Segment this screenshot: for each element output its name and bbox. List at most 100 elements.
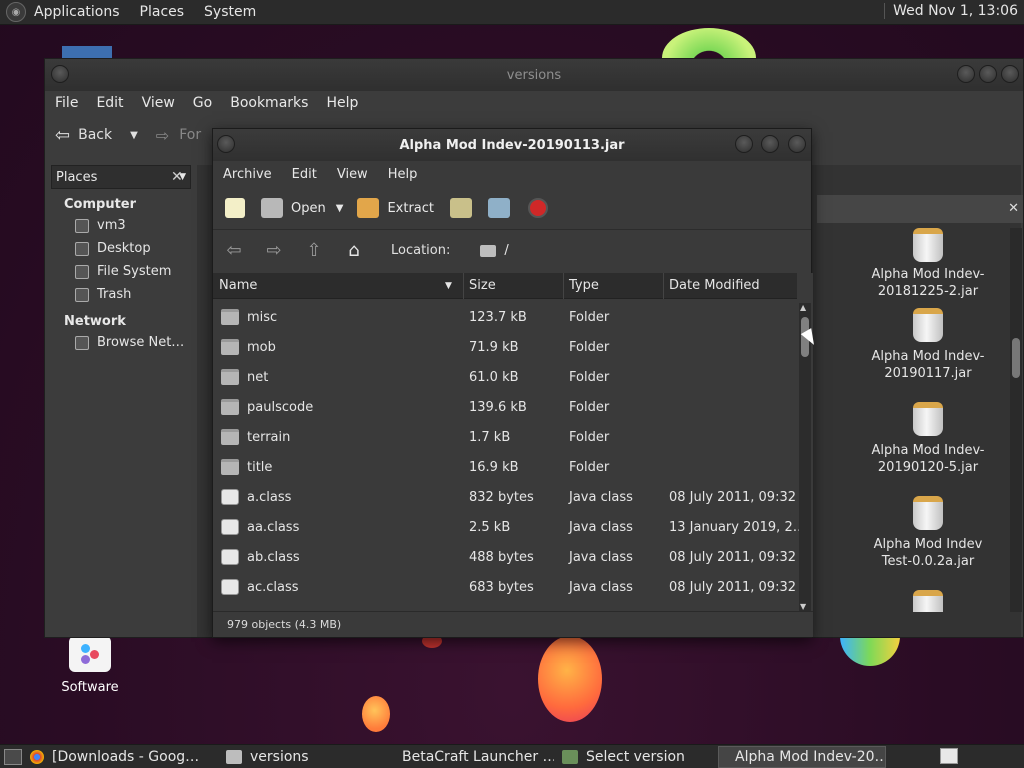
close-button[interactable] <box>788 135 806 153</box>
sidebar-item-label: File System <box>97 264 172 279</box>
taskbar-item-alpha-mod[interactable]: Alpha Mod Indev-20… <box>718 745 886 768</box>
menu-help[interactable]: Help <box>326 95 358 111</box>
new-archive-icon[interactable] <box>225 198 245 218</box>
workspace-switcher-icon[interactable] <box>940 748 958 764</box>
show-desktop-icon[interactable] <box>4 748 22 765</box>
extract-icon[interactable] <box>357 198 380 218</box>
location-path[interactable]: / <box>504 243 508 258</box>
archive-location-bar: ⇦ ⇨ ⇧ ⌂ Location: / <box>213 229 811 271</box>
versions-titlebar[interactable]: versions <box>45 59 1023 91</box>
table-row[interactable]: net 61.0 kB Folder <box>213 363 797 393</box>
sidebar-item-label: Browse Net… <box>97 335 185 350</box>
taskbar-item-versions[interactable]: versions <box>218 746 386 768</box>
table-row[interactable]: title 16.9 kB Folder <box>213 453 797 483</box>
menu-help[interactable]: Help <box>388 167 418 182</box>
table-row[interactable]: ab.class 488 bytes Java class 08 July 2011,… <box>213 543 797 573</box>
minimize-button[interactable] <box>735 135 753 153</box>
back-arrow-icon[interactable]: ⇦ <box>225 240 243 261</box>
menu-edit[interactable]: Edit <box>96 95 123 111</box>
taskbar-item-label: versions <box>250 748 309 765</box>
system-menu[interactable]: System <box>204 4 256 20</box>
stop-icon[interactable] <box>528 198 548 218</box>
scroll-down-icon[interactable]: ▼ <box>800 602 806 611</box>
wallpaper-bubble <box>538 636 602 722</box>
sidebar-selector[interactable]: Places ▼ <box>51 165 191 189</box>
menu-go[interactable]: Go <box>193 95 212 111</box>
menu-bookmarks[interactable]: Bookmarks <box>230 95 308 111</box>
menu-edit[interactable]: Edit <box>292 167 317 182</box>
home-icon[interactable]: ⌂ <box>345 240 363 261</box>
archive-rows: misc 123.7 kB Folder mob 71.9 kB Folder net 61.… <box>213 303 806 603</box>
taskbar-item-downloads[interactable]: [Downloads - Goog… <box>22 746 218 768</box>
open-archive-icon[interactable] <box>261 198 283 218</box>
col-type[interactable]: Type <box>569 278 599 293</box>
java-class-icon <box>221 549 239 565</box>
archive-file-list[interactable]: Name ▼ Size Type Date Modified misc 123.7… <box>213 273 813 611</box>
back-button[interactable]: ⇦ Back ▼ <box>55 125 138 146</box>
table-row[interactable]: a.class 832 bytes Java class 08 July 2011, … <box>213 483 797 513</box>
table-row[interactable]: mob 71.9 kB Folder <box>213 333 797 363</box>
menu-view[interactable]: View <box>142 95 175 111</box>
open-button[interactable]: Open <box>291 201 326 216</box>
jar-icon <box>913 228 943 262</box>
sidebar-item-trash[interactable]: Trash <box>47 283 195 306</box>
taskbar-item-select-version[interactable]: Select version <box>554 746 718 768</box>
maximize-button[interactable] <box>761 135 779 153</box>
row-date: 08 July 2011, 09:32 <box>669 580 796 595</box>
sort-chevron-down-icon[interactable]: ▼ <box>445 281 452 291</box>
file-jar-20190117[interactable]: Alpha Mod Indev-20190117.jar <box>868 308 988 382</box>
back-history-chevron-icon[interactable]: ▼ <box>130 130 138 141</box>
desktop-icon-software[interactable]: Software <box>50 636 130 695</box>
minimize-button[interactable] <box>957 65 975 83</box>
sidebar-item-vm3[interactable]: vm3 <box>47 214 195 237</box>
forward-label[interactable]: For <box>179 127 201 143</box>
file-jar-20190120-5[interactable]: Alpha Mod Indev-20190120-5.jar <box>868 402 988 476</box>
table-row[interactable]: paulscode 139.6 kB Folder <box>213 393 797 423</box>
sidebar-item-file-system[interactable]: File System <box>47 260 195 283</box>
forward-arrow-icon[interactable]: ⇨ <box>156 126 169 145</box>
file-jar-partial[interactable] <box>868 590 988 612</box>
table-row[interactable]: misc 123.7 kB Folder <box>213 303 797 333</box>
scroll-up-icon[interactable]: ▲ <box>800 303 806 312</box>
close-button[interactable] <box>1001 65 1019 83</box>
sidebar-item-desktop[interactable]: Desktop <box>47 237 195 260</box>
extract-button[interactable]: Extract <box>387 201 434 216</box>
up-arrow-icon[interactable]: ⇧ <box>305 240 323 261</box>
taskbar-item-label: BetaCraft Launcher … <box>402 748 554 765</box>
table-row[interactable]: ac.class 683 bytes Java class 08 July 2011,… <box>213 573 797 603</box>
menu-view[interactable]: View <box>337 167 368 182</box>
archive-titlebar[interactable]: Alpha Mod Indev-20190113.jar <box>213 129 811 161</box>
jar-icon <box>913 496 943 530</box>
sidebar-close-icon[interactable]: ✕ <box>171 169 183 185</box>
places-menu[interactable]: Places <box>140 4 185 20</box>
maximize-button[interactable] <box>979 65 997 83</box>
applications-menu[interactable]: Applications <box>34 4 120 20</box>
scrollbar-thumb[interactable] <box>1012 338 1020 378</box>
window-menu-button[interactable] <box>51 65 69 83</box>
file-jar-20181225-2[interactable]: Alpha Mod Indev-20181225-2.jar <box>868 228 988 300</box>
col-name[interactable]: Name <box>219 278 257 293</box>
sidebar-item-browse-network[interactable]: Browse Net… <box>47 331 195 354</box>
col-size[interactable]: Size <box>469 278 496 293</box>
add-files-icon[interactable] <box>450 198 472 218</box>
folder-icon <box>221 399 239 415</box>
col-date-modified[interactable]: Date Modified <box>669 278 760 293</box>
forward-arrow-icon[interactable]: ⇨ <box>265 240 283 261</box>
menu-file[interactable]: File <box>55 95 78 111</box>
taskbar-item-betacraft[interactable]: BetaCraft Launcher … <box>386 746 554 768</box>
file-jar-test-0-0-2a[interactable]: Alpha Mod Indev Test-0.0.2a.jar <box>868 496 988 570</box>
table-row[interactable]: terrain 1.7 kB Folder <box>213 423 797 453</box>
menu-archive[interactable]: Archive <box>223 167 272 182</box>
open-chevron-down-icon[interactable]: ▼ <box>336 203 344 214</box>
row-name: ac.class <box>247 580 299 595</box>
table-row[interactable]: aa.class 2.5 kB Java class 13 January 2019,… <box>213 513 806 543</box>
clock[interactable]: Wed Nov 1, 13:06 <box>884 3 1018 19</box>
window-menu-button[interactable] <box>217 135 235 153</box>
close-icon[interactable]: ✕ <box>1008 201 1019 216</box>
distro-logo-icon[interactable]: ◉ <box>6 2 26 22</box>
sidebar-category-computer: Computer <box>64 197 137 212</box>
row-size: 61.0 kB <box>469 370 519 385</box>
add-folder-icon[interactable] <box>488 198 510 218</box>
archive-scrollbar[interactable]: ▲ ▼ <box>799 303 811 611</box>
versions-scrollbar[interactable] <box>1010 228 1022 612</box>
